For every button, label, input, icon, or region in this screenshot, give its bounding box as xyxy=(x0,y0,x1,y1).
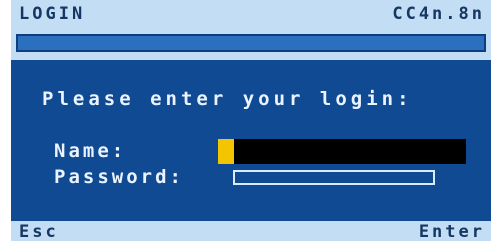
login-prompt: Please enter your login: xyxy=(42,88,413,110)
header-bar: LOGIN CC4n.8n xyxy=(11,0,491,60)
login-screen: LOGIN CC4n.8n Please enter your login: N… xyxy=(11,0,491,242)
password-label: Password: xyxy=(54,166,184,188)
footer-bar: Esc Enter xyxy=(11,221,491,242)
text-cursor xyxy=(218,139,234,164)
terminal-code: CC4n.8n xyxy=(392,4,485,24)
enter-button[interactable]: Enter xyxy=(419,222,485,242)
esc-button[interactable]: Esc xyxy=(19,222,59,242)
page-title: LOGIN xyxy=(19,4,86,24)
progress-bar xyxy=(16,34,486,52)
password-input[interactable] xyxy=(233,170,435,185)
name-label: Name: xyxy=(54,140,127,162)
name-input[interactable] xyxy=(218,139,466,164)
progress-fill xyxy=(18,36,484,50)
